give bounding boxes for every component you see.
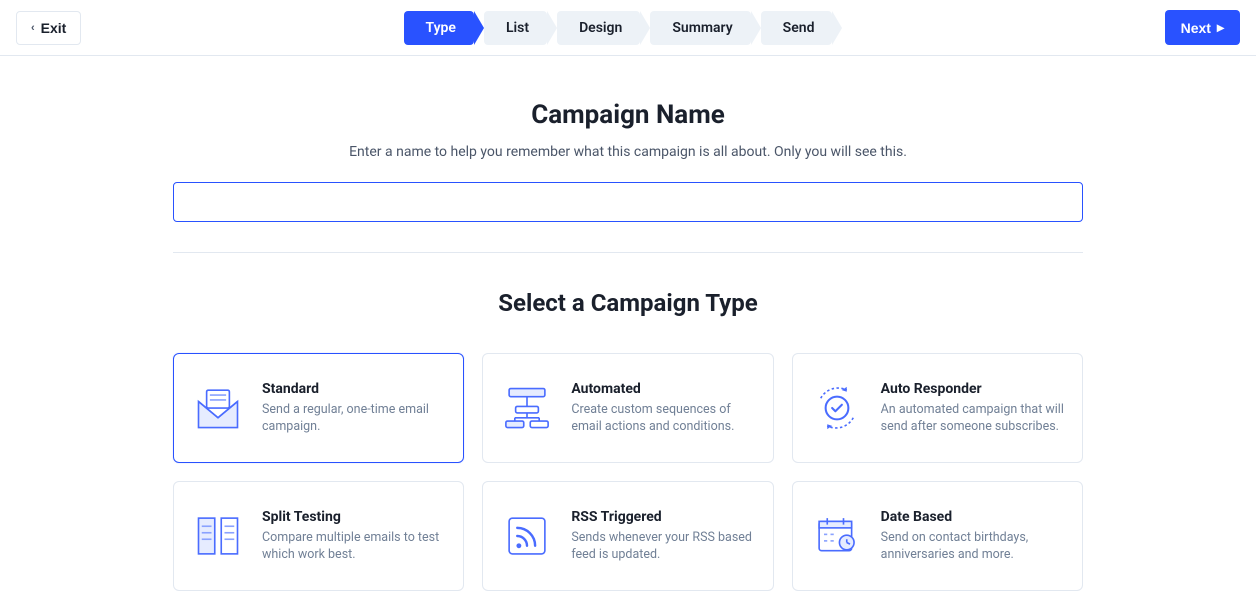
- split-test-icon: [192, 510, 244, 562]
- flowchart-icon: [501, 382, 553, 434]
- campaign-type-date-based[interactable]: Date Based Send on contact birthdays, an…: [792, 481, 1083, 591]
- card-desc: Send on contact birthdays, anniversaries…: [881, 529, 1064, 564]
- card-text: Split Testing Compare multiple emails to…: [262, 509, 445, 564]
- top-bar: ‹ Exit Type List Design Summary Send Nex…: [0, 0, 1256, 56]
- page-title: Campaign Name: [173, 100, 1083, 130]
- next-button[interactable]: Next ▸: [1165, 10, 1240, 45]
- chevron-left-icon: ‹: [31, 22, 35, 34]
- card-text: Date Based Send on contact birthdays, an…: [881, 509, 1064, 564]
- card-desc: An automated campaign that will send aft…: [881, 401, 1064, 436]
- exit-button-label: Exit: [41, 20, 67, 36]
- card-desc: Create custom sequences of email actions…: [571, 401, 754, 436]
- caret-right-icon: ▸: [1217, 19, 1224, 36]
- step-type[interactable]: Type: [404, 11, 474, 45]
- refresh-check-icon: [811, 382, 863, 434]
- card-title: Standard: [262, 381, 445, 397]
- calendar-clock-icon: [811, 510, 863, 562]
- step-summary[interactable]: Summary: [650, 11, 750, 45]
- step-label: Summary: [672, 20, 732, 36]
- main-content: Campaign Name Enter a name to help you r…: [173, 56, 1083, 591]
- next-button-label: Next: [1181, 20, 1211, 36]
- card-title: Auto Responder: [881, 381, 1064, 397]
- section-title: Select a Campaign Type: [173, 289, 1083, 317]
- card-title: Automated: [571, 381, 754, 397]
- card-text: RSS Triggered Sends whenever your RSS ba…: [571, 509, 754, 564]
- card-desc: Compare multiple emails to test which wo…: [262, 529, 445, 564]
- step-label: Send: [783, 20, 815, 36]
- page-subtitle: Enter a name to help you remember what t…: [173, 144, 1083, 160]
- rss-icon: [501, 510, 553, 562]
- step-design[interactable]: Design: [557, 11, 640, 45]
- step-label: Design: [579, 20, 622, 36]
- divider: [173, 252, 1083, 253]
- card-text: Automated Create custom sequences of ema…: [571, 381, 754, 436]
- card-title: RSS Triggered: [571, 509, 754, 525]
- step-label: Type: [426, 20, 456, 36]
- step-list[interactable]: List: [484, 11, 547, 45]
- step-send[interactable]: Send: [761, 11, 833, 45]
- exit-button[interactable]: ‹ Exit: [16, 11, 81, 45]
- wizard-steps: Type List Design Summary Send: [404, 11, 843, 45]
- card-text: Auto Responder An automated campaign tha…: [881, 381, 1064, 436]
- card-desc: Sends whenever your RSS based feed is up…: [571, 529, 754, 564]
- campaign-type-split-testing[interactable]: Split Testing Compare multiple emails to…: [173, 481, 464, 591]
- card-text: Standard Send a regular, one-time email …: [262, 381, 445, 436]
- campaign-type-automated[interactable]: Automated Create custom sequences of ema…: [482, 353, 773, 463]
- campaign-type-standard[interactable]: Standard Send a regular, one-time email …: [173, 353, 464, 463]
- campaign-type-rss[interactable]: RSS Triggered Sends whenever your RSS ba…: [482, 481, 773, 591]
- campaign-name-input[interactable]: [173, 182, 1083, 222]
- step-label: List: [506, 20, 529, 36]
- card-desc: Send a regular, one-time email campaign.: [262, 401, 445, 436]
- card-title: Split Testing: [262, 509, 445, 525]
- campaign-type-grid: Standard Send a regular, one-time email …: [173, 353, 1083, 591]
- card-title: Date Based: [881, 509, 1064, 525]
- campaign-type-auto-responder[interactable]: Auto Responder An automated campaign tha…: [792, 353, 1083, 463]
- envelope-icon: [192, 382, 244, 434]
